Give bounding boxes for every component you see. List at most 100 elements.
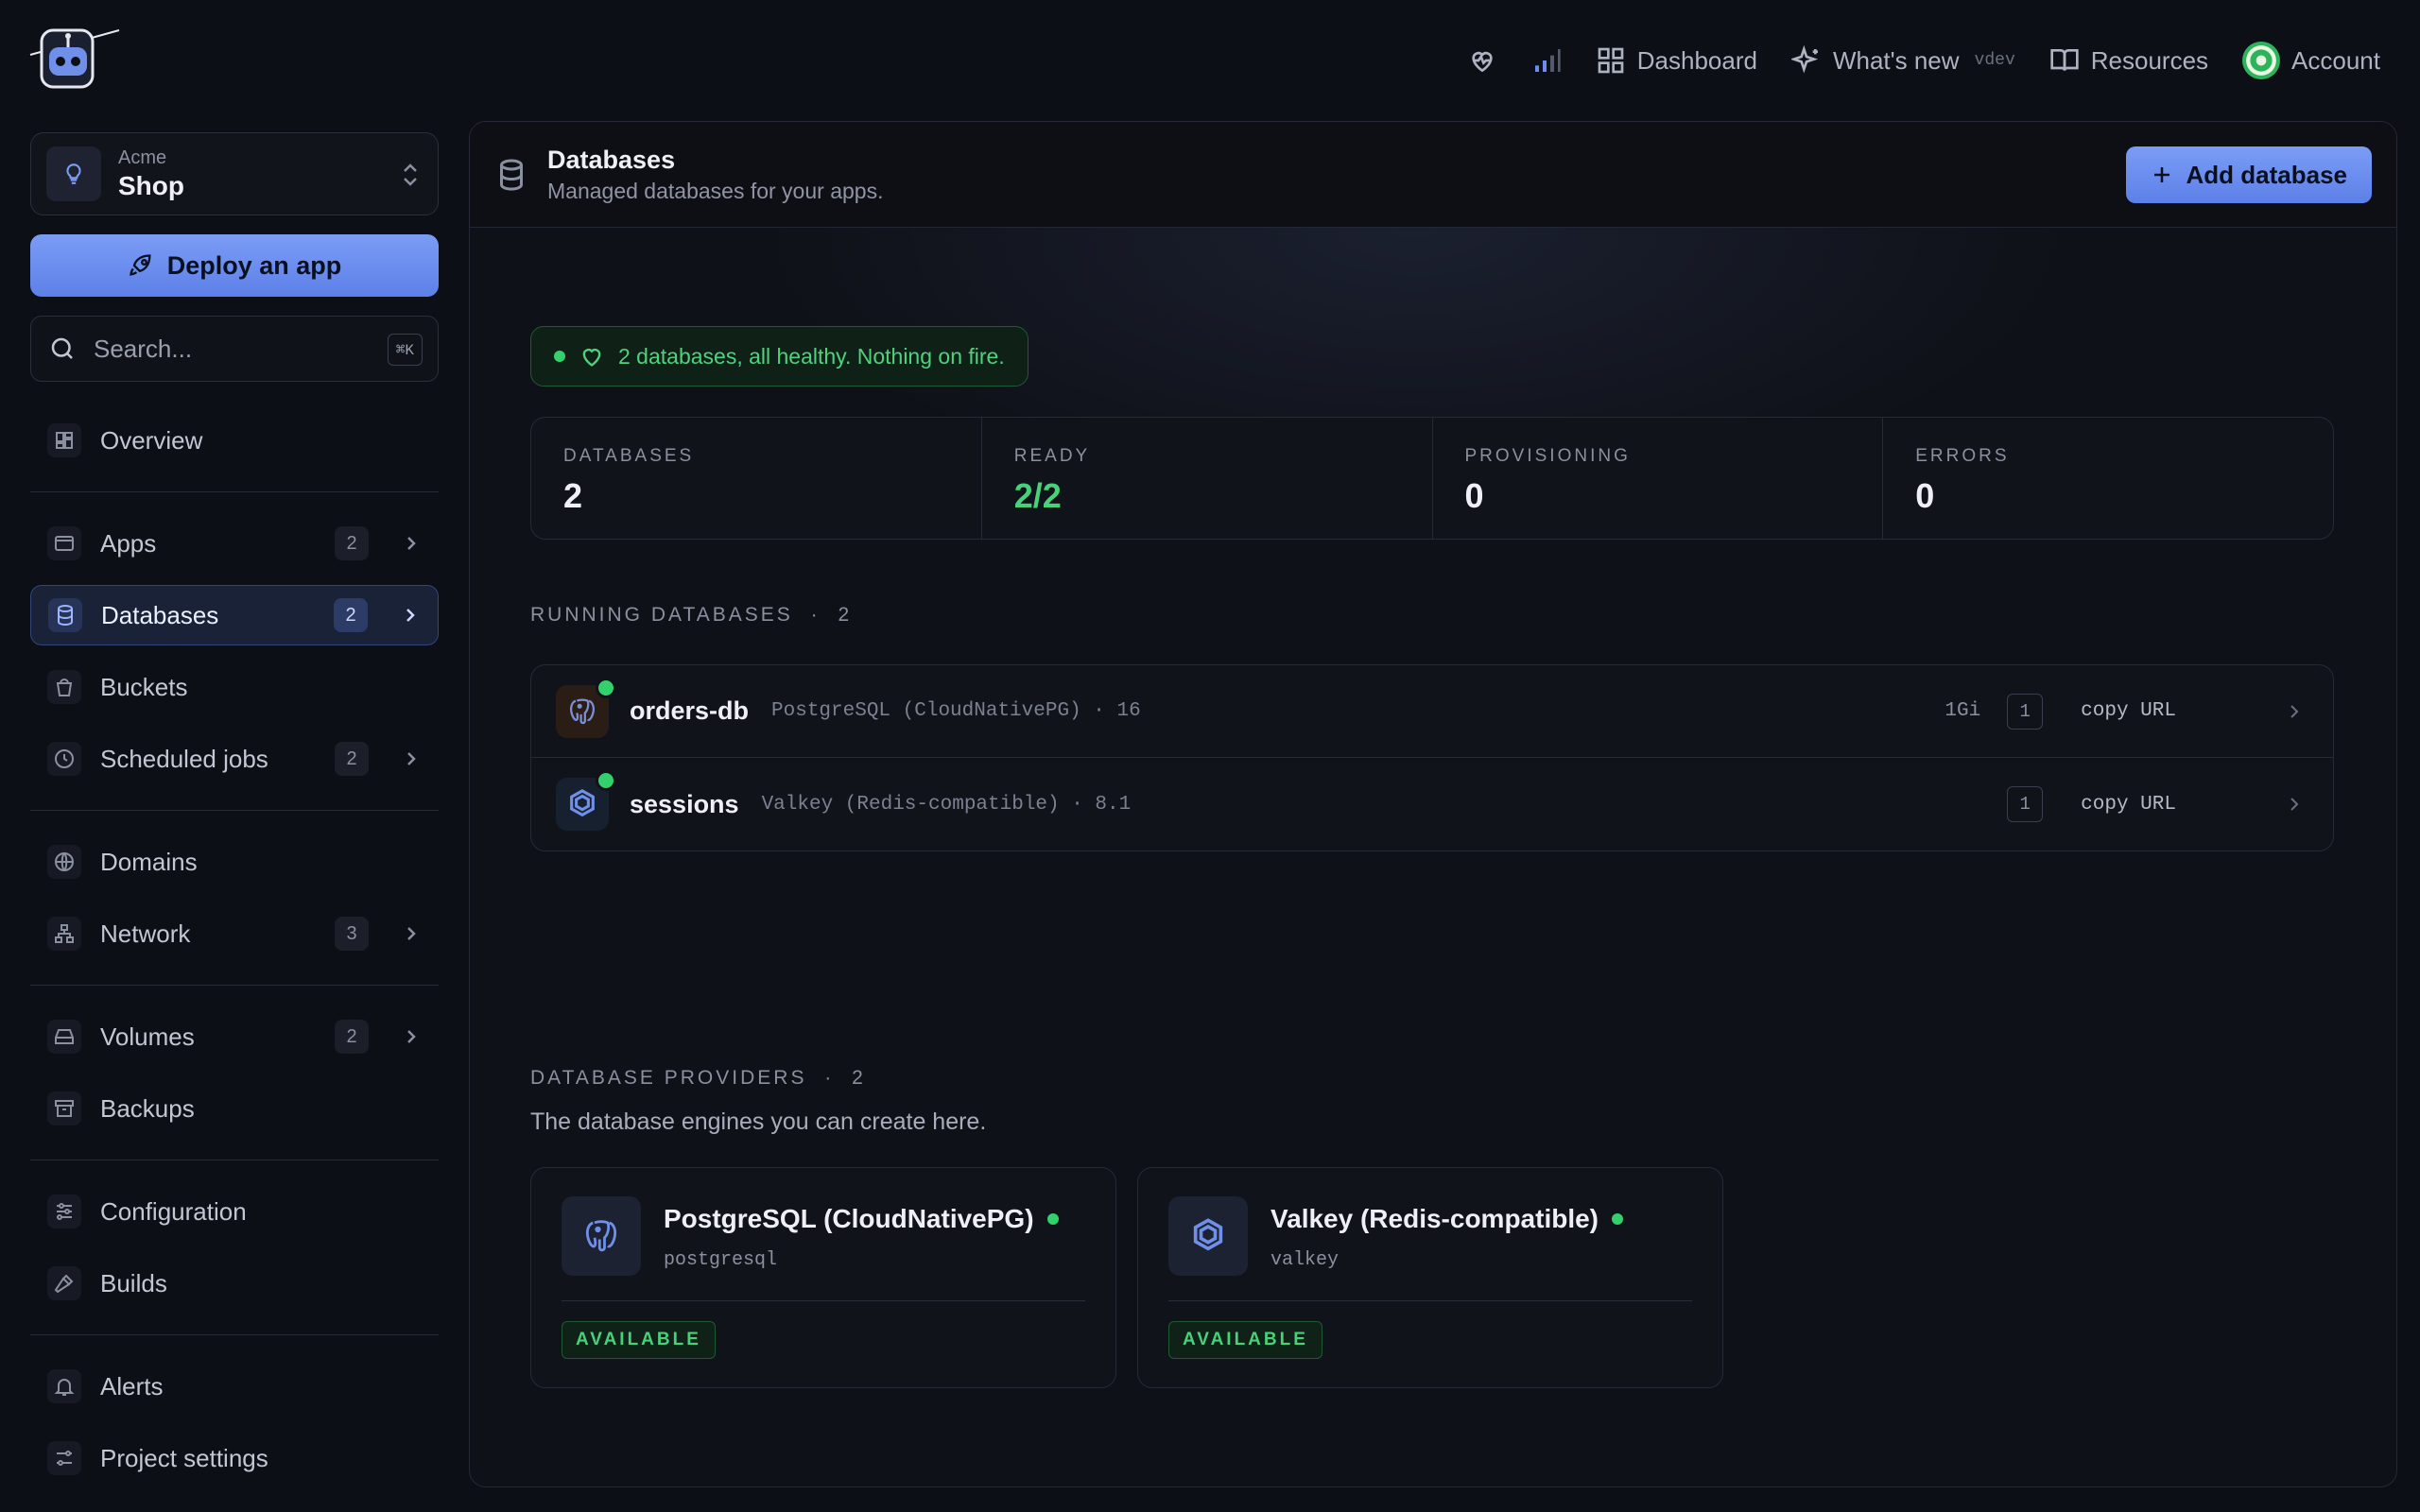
- sidebar-item-apps[interactable]: Apps 2: [30, 513, 439, 574]
- account-link[interactable]: Account: [2242, 42, 2380, 79]
- sidebar-nav: Overview Apps 2 Databases 2 Buckets Sche…: [30, 410, 439, 1488]
- page-title: Databases: [547, 145, 676, 174]
- providers-description: The database engines you can create here…: [530, 1108, 987, 1135]
- plus-icon: [2153, 167, 2169, 182]
- search-placeholder: Search...: [94, 334, 193, 363]
- chevron-right-icon[interactable]: [2288, 702, 2301, 721]
- health-banner: 2 databases, all healthy. Nothing on fir…: [530, 326, 1028, 387]
- status-dot: [1046, 1213, 1059, 1225]
- page-subtitle: Managed databases for your apps.: [547, 178, 884, 203]
- sidebar-item-domains[interactable]: Domains: [30, 832, 439, 892]
- hammer-icon: [47, 1266, 81, 1300]
- provider-list: PostgreSQL (CloudNativePG) postgresql AV…: [530, 1167, 1723, 1388]
- sidebar-item-scheduled-jobs[interactable]: Scheduled jobs 2: [30, 729, 439, 789]
- sidebar-item-label: Project settings: [100, 1443, 268, 1472]
- status-dot: [1612, 1213, 1624, 1225]
- sidebar-item-buckets[interactable]: Buckets: [30, 657, 439, 717]
- project-switcher[interactable]: Acme Shop: [30, 132, 439, 215]
- divider: [562, 1300, 1085, 1301]
- search-input[interactable]: Search... ⌘K: [30, 316, 439, 382]
- running-databases-heading: RUNNING DATABASES · 2: [530, 604, 853, 626]
- sidebar-item-backups[interactable]: Backups: [30, 1078, 439, 1139]
- status-dot: [596, 770, 616, 791]
- provider-slug: valkey: [1270, 1249, 1340, 1271]
- sidebar-item-label: Domains: [100, 847, 198, 876]
- provider-name: PostgreSQL (CloudNativePG): [664, 1204, 1034, 1233]
- sidebar-item-databases[interactable]: Databases 2: [30, 585, 439, 645]
- deploy-app-button[interactable]: Deploy an app: [30, 234, 439, 297]
- signal-link[interactable]: [1531, 45, 1562, 76]
- section-count: 2: [852, 1067, 866, 1089]
- signal-bars-icon: [1534, 49, 1561, 72]
- divider: [30, 985, 439, 986]
- sidebar-item-project-settings[interactable]: Project settings: [30, 1428, 439, 1488]
- provider-name: Valkey (Redis-compatible): [1270, 1204, 1599, 1233]
- search-icon: [51, 337, 73, 359]
- sparkles-icon: [1790, 45, 1819, 74]
- sidebar-item-label: Network: [100, 919, 191, 948]
- sliders-icon: [47, 1194, 81, 1228]
- account-label: Account: [2291, 45, 2380, 75]
- sidebar-item-label: Configuration: [100, 1196, 247, 1226]
- copy-url-button[interactable]: copy URL: [2081, 700, 2176, 722]
- divider: [30, 1334, 439, 1335]
- health-link[interactable]: [1467, 45, 1497, 76]
- table-row[interactable]: sessions Valkey (Redis-compatible) · 8.1…: [531, 758, 2333, 850]
- sidebar-item-alerts[interactable]: Alerts: [30, 1356, 439, 1417]
- copy-url-button[interactable]: copy URL: [2081, 794, 2176, 816]
- database-providers-heading: DATABASE PROVIDERS · 2: [530, 1067, 866, 1089]
- status-dot: [596, 677, 616, 698]
- database-list: orders-db PostgreSQL (CloudNativePG) · 1…: [530, 664, 2334, 851]
- sidebar-item-configuration[interactable]: Configuration: [30, 1181, 439, 1242]
- chevron-right-icon: [407, 927, 416, 940]
- database-icon: [48, 598, 82, 632]
- project-org: Acme: [118, 146, 167, 168]
- stat-label: READY: [1013, 446, 1091, 466]
- database-name[interactable]: orders-db: [630, 696, 749, 726]
- sidebar-item-network[interactable]: Network 3: [30, 903, 439, 964]
- hard-drive-icon: [47, 1020, 81, 1054]
- sidebar-item-label: Backups: [100, 1093, 195, 1123]
- valkey-icon: [1168, 1196, 1248, 1276]
- provider-card-valkey[interactable]: Valkey (Redis-compatible) valkey AVAILAB…: [1137, 1167, 1723, 1388]
- divider: [1168, 1300, 1692, 1301]
- version-label: vdev: [1974, 51, 2015, 70]
- sidebar-item-label: Volumes: [100, 1022, 195, 1051]
- table-row[interactable]: orders-db PostgreSQL (CloudNativePG) · 1…: [531, 665, 2333, 758]
- provider-slug: postgresql: [664, 1249, 778, 1271]
- database-meta: Valkey (Redis-compatible) · 8.1: [761, 793, 1132, 816]
- count-badge: 2: [335, 1020, 369, 1054]
- sidebar-item-label: Overview: [100, 425, 203, 455]
- app-logo[interactable]: [28, 26, 121, 93]
- sidebar-item-label: Scheduled jobs: [100, 744, 268, 773]
- section-title: DATABASE PROVIDERS: [530, 1067, 807, 1089]
- resources-link[interactable]: Resources: [2049, 45, 2208, 76]
- provider-card-postgresql[interactable]: PostgreSQL (CloudNativePG) postgresql AV…: [530, 1167, 1116, 1388]
- count-badge: 3: [335, 917, 369, 951]
- add-database-label: Add database: [2186, 160, 2348, 189]
- dashboard-link[interactable]: Dashboard: [1596, 45, 1757, 76]
- chevron-right-icon[interactable]: [2288, 795, 2301, 814]
- stat-value: 2: [563, 476, 583, 515]
- main-panel: Databases Managed databases for your app…: [469, 121, 2397, 1487]
- stat-label: DATABASES: [563, 446, 695, 466]
- whats-new-link[interactable]: What's new vdev: [1790, 45, 2015, 76]
- sidebar-item-builds[interactable]: Builds: [30, 1253, 439, 1314]
- globe-icon: [47, 845, 81, 879]
- valkey-icon: [556, 770, 616, 831]
- sidebar-item-volumes[interactable]: Volumes 2: [30, 1006, 439, 1067]
- whats-new-label: What's new: [1832, 45, 1960, 75]
- clock-icon: [47, 742, 81, 776]
- stat-provisioning: PROVISIONING 0: [1433, 418, 1884, 539]
- stat-label: ERRORS: [1915, 446, 2010, 466]
- chevron-right-icon: [406, 609, 415, 622]
- sidebar-item-label: Alerts: [100, 1371, 164, 1400]
- bell-icon: [47, 1369, 81, 1403]
- count-badge: 2: [334, 598, 368, 632]
- sidebar-item-label: Builds: [100, 1268, 167, 1297]
- database-name[interactable]: sessions: [630, 790, 739, 819]
- sidebar-item-overview[interactable]: Overview: [30, 410, 439, 471]
- heart-icon: [582, 349, 601, 367]
- sidebar-item-label: Apps: [100, 528, 157, 558]
- add-database-button[interactable]: Add database: [2125, 146, 2372, 203]
